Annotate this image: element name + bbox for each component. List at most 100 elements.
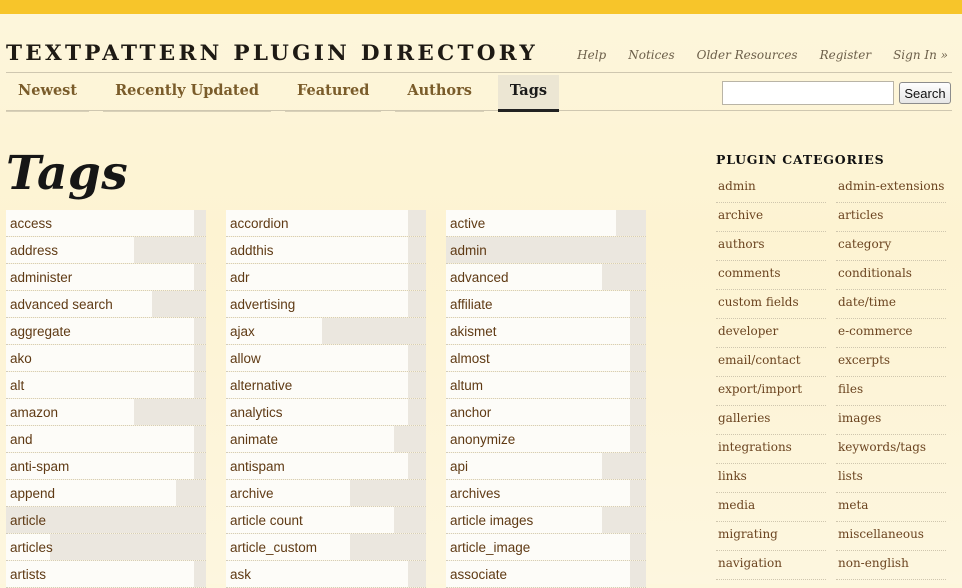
category-link[interactable]: category — [836, 232, 946, 261]
tag-link[interactable]: admin — [446, 237, 646, 264]
tag-link[interactable]: address — [6, 237, 206, 264]
category-link[interactable]: custom fields — [716, 290, 826, 319]
tag-row-background — [446, 453, 602, 479]
search-button[interactable]: Search — [899, 82, 951, 104]
tag-link[interactable]: adr — [226, 264, 426, 291]
category-link[interactable]: meta — [836, 493, 946, 522]
tag-link[interactable]: anti-spam — [6, 453, 206, 480]
tag-link[interactable]: alternative — [226, 372, 426, 399]
tag-link[interactable]: append — [6, 480, 206, 507]
category-row: media meta — [716, 493, 948, 522]
tag-link[interactable]: administer — [6, 264, 206, 291]
category-link[interactable]: admin-extensions — [836, 174, 946, 203]
tag-link[interactable]: altum — [446, 372, 646, 399]
category-link[interactable]: integrations — [716, 435, 826, 464]
help-link[interactable]: Help — [577, 48, 606, 62]
register-link[interactable]: Register — [820, 48, 871, 62]
tag-link[interactable]: article count — [226, 507, 426, 534]
category-link[interactable]: miscellaneous — [836, 522, 946, 551]
tag-label: alt — [10, 378, 25, 393]
tag-link[interactable]: access — [6, 210, 206, 237]
tag-link[interactable]: archive — [226, 480, 426, 507]
category-link[interactable]: comments — [716, 261, 826, 290]
tab-newest[interactable]: Newest — [6, 75, 90, 112]
tag-link[interactable]: advanced — [446, 264, 646, 291]
tag-label: article_custom — [230, 540, 318, 555]
category-link[interactable]: migrating — [716, 522, 826, 551]
category-link[interactable]: developer — [716, 319, 826, 348]
tag-link[interactable]: allow — [226, 345, 426, 372]
category-link[interactable]: date/time — [836, 290, 946, 319]
tag-link[interactable]: aggregate — [6, 318, 206, 345]
tab-authors[interactable]: Authors — [395, 75, 484, 112]
tag-label: addthis — [230, 243, 274, 258]
tag-link[interactable]: and — [6, 426, 206, 453]
tag-link[interactable]: article — [6, 507, 206, 534]
notices-link[interactable]: Notices — [628, 48, 674, 62]
tag-link[interactable]: ako — [6, 345, 206, 372]
tab-recently-updated[interactable]: Recently Updated — [103, 75, 271, 112]
sign-in-link[interactable]: Sign In » — [893, 48, 948, 62]
top-accent-bar — [0, 0, 962, 14]
tag-link[interactable]: article_custom — [226, 534, 426, 561]
tag-link[interactable]: api — [446, 453, 646, 480]
page-title: Tags — [6, 146, 129, 201]
tag-label: active — [450, 216, 486, 231]
search-input[interactable] — [722, 81, 894, 105]
category-link[interactable]: conditionals — [836, 261, 946, 290]
tab-tags[interactable]: Tags — [497, 75, 559, 112]
older-resources-link[interactable]: Older Resources — [697, 48, 798, 62]
category-link[interactable]: export/import — [716, 377, 826, 406]
tag-label: amazon — [10, 405, 59, 420]
tag-link[interactable]: article_image — [446, 534, 646, 561]
tag-link[interactable]: ajax — [226, 318, 426, 345]
category-link[interactable]: authors — [716, 232, 826, 261]
tag-link[interactable]: alt — [6, 372, 206, 399]
tag-link[interactable]: affiliate — [446, 291, 646, 318]
tag-link[interactable]: advertising — [226, 291, 426, 318]
category-row: migrating miscellaneous — [716, 522, 948, 551]
category-link[interactable]: articles — [836, 203, 946, 232]
category-link[interactable]: excerpts — [836, 348, 946, 377]
tag-link[interactable]: analytics — [226, 399, 426, 426]
tag-label: articles — [10, 540, 53, 555]
header-divider — [6, 72, 952, 73]
tag-link[interactable]: antispam — [226, 453, 426, 480]
tag-link[interactable]: akismet — [446, 318, 646, 345]
tag-label: altum — [450, 378, 484, 393]
tag-link[interactable]: accordion — [226, 210, 426, 237]
category-link[interactable]: e-commerce — [836, 319, 946, 348]
tag-link[interactable]: anchor — [446, 399, 646, 426]
tag-link[interactable]: almost — [446, 345, 646, 372]
site-title[interactable]: TEXTPATTERN PLUGIN DIRECTORY — [6, 41, 538, 66]
tag-label: article images — [450, 513, 534, 528]
tag-link[interactable]: article images — [446, 507, 646, 534]
tag-label: ask — [230, 567, 252, 582]
category-link[interactable]: images — [836, 406, 946, 435]
category-link[interactable]: files — [836, 377, 946, 406]
category-row: email/contact excerpts — [716, 348, 948, 377]
category-link[interactable]: galleries — [716, 406, 826, 435]
tag-link[interactable]: archives — [446, 480, 646, 507]
category-link[interactable]: navigation — [716, 551, 826, 580]
tag-link[interactable]: advanced search — [6, 291, 206, 318]
category-link[interactable]: non-english — [836, 551, 946, 580]
tag-link[interactable]: addthis — [226, 237, 426, 264]
category-row: navigation non-english — [716, 551, 948, 580]
tag-link[interactable]: articles — [6, 534, 206, 561]
category-link[interactable]: lists — [836, 464, 946, 493]
tag-link[interactable]: animate — [226, 426, 426, 453]
category-link[interactable]: email/contact — [716, 348, 826, 377]
category-row: custom fields date/time — [716, 290, 948, 319]
tab-featured[interactable]: Featured — [285, 75, 382, 112]
category-link[interactable]: links — [716, 464, 826, 493]
tag-link[interactable]: anonymize — [446, 426, 646, 453]
category-link[interactable]: keywords/tags — [836, 435, 946, 464]
tag-row-background — [6, 426, 194, 452]
category-link[interactable]: archive — [716, 203, 826, 232]
category-link[interactable]: admin — [716, 174, 826, 203]
tag-link[interactable]: active — [446, 210, 646, 237]
tag-label: artists — [10, 567, 47, 582]
category-link[interactable]: media — [716, 493, 826, 522]
tag-link[interactable]: amazon — [6, 399, 206, 426]
